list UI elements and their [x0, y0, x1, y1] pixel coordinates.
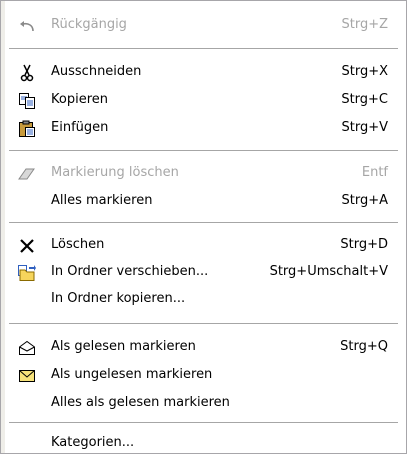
menu-separator — [9, 422, 398, 423]
menu-item-shortcut: Strg+C — [341, 92, 388, 107]
undo-icon — [17, 16, 37, 36]
delete-x-icon — [17, 236, 37, 256]
menu-item-label: Löschen — [51, 237, 105, 252]
menu-item-paste[interactable]: Einfügen Strg+V — [1, 116, 406, 142]
menu-item-label: Alles markieren — [51, 193, 153, 208]
menu-item-label: Markierung löschen — [51, 165, 179, 180]
closed-envelope-icon — [17, 366, 37, 386]
menu-item-mark-unread[interactable]: Als ungelesen markieren — [1, 363, 406, 389]
menu-item-categories[interactable]: Kategorien... — [1, 431, 406, 457]
context-menu: Rückgängig Strg+Z Ausschneiden Strg+X Ko… — [0, 0, 407, 454]
menu-item-label: In Ordner verschieben... — [51, 264, 209, 279]
menu-item-shortcut: Strg+X — [341, 64, 388, 79]
menu-item-clear-selection: Markierung löschen Entf — [1, 161, 406, 187]
menu-item-shortcut: Strg+A — [341, 193, 388, 208]
menu-item-shortcut: Strg+Z — [341, 17, 388, 32]
menu-item-label: Ausschneiden — [51, 64, 142, 79]
menu-item-label: Rückgängig — [51, 17, 127, 32]
menu-separator — [9, 150, 398, 151]
menu-item-mark-read[interactable]: Als gelesen markieren Strg+Q — [1, 335, 406, 361]
menu-item-shortcut: Strg+D — [340, 237, 388, 252]
menu-item-copy-to-folder[interactable]: In Ordner kopieren... — [1, 287, 406, 313]
menu-separator — [9, 323, 398, 324]
copy-icon — [17, 91, 37, 111]
menu-item-shortcut: Strg+Q — [340, 339, 388, 354]
menu-item-label: Alles als gelesen markieren — [51, 395, 230, 410]
menu-item-shortcut: Entf — [361, 165, 388, 180]
menu-item-label: Als ungelesen markieren — [51, 367, 213, 382]
menu-item-label: Kopieren — [51, 92, 108, 107]
menu-item-shortcut: Strg+V — [341, 120, 388, 135]
eraser-icon — [17, 164, 37, 184]
menu-item-label: Kategorien... — [51, 435, 135, 450]
menu-item-undo: Rückgängig Strg+Z — [1, 13, 406, 39]
menu-item-copy[interactable]: Kopieren Strg+C — [1, 88, 406, 114]
move-to-folder-icon — [17, 263, 37, 283]
menu-item-mark-all-read[interactable]: Alles als gelesen markieren — [1, 391, 406, 417]
menu-separator — [9, 48, 398, 49]
menu-item-shortcut: Strg+Umschalt+V — [269, 264, 388, 279]
menu-item-label: Als gelesen markieren — [51, 339, 196, 354]
menu-separator — [9, 222, 398, 223]
menu-item-move-to-folder[interactable]: In Ordner verschieben... Strg+Umschalt+V — [1, 260, 406, 286]
paste-icon — [17, 119, 37, 139]
menu-item-select-all[interactable]: Alles markieren Strg+A — [1, 189, 406, 215]
menu-item-label: Einfügen — [51, 120, 109, 135]
open-envelope-icon — [17, 338, 37, 358]
scissors-icon — [17, 63, 37, 83]
menu-item-cut[interactable]: Ausschneiden Strg+X — [1, 60, 406, 86]
menu-item-label: In Ordner kopieren... — [51, 291, 186, 306]
menu-item-delete[interactable]: Löschen Strg+D — [1, 233, 406, 259]
